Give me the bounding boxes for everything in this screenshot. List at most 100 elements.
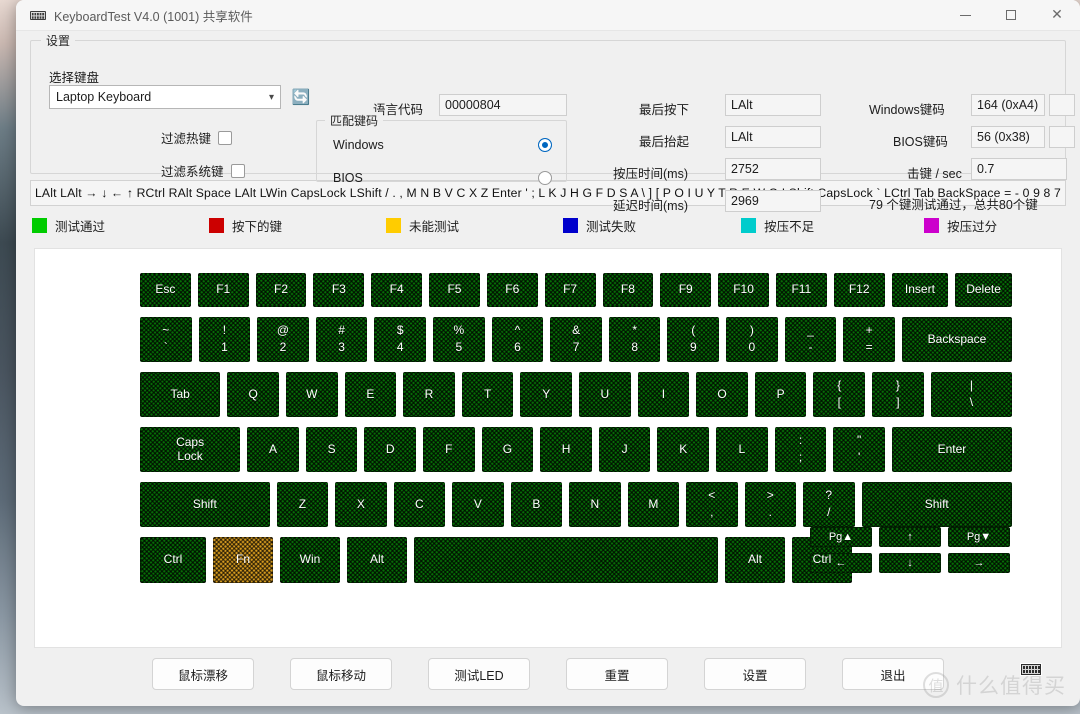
key-f4[interactable]: F4 xyxy=(371,273,423,307)
key-f7[interactable]: F7 xyxy=(544,273,596,307)
key-p[interactable]: P xyxy=(754,372,807,417)
key-k[interactable]: K xyxy=(657,427,710,472)
key-`[interactable]: ~ ` xyxy=(140,317,192,362)
key-z[interactable]: Z xyxy=(276,482,329,527)
key-f1[interactable]: F1 xyxy=(197,273,249,307)
key-f9[interactable]: F9 xyxy=(660,273,712,307)
filter-syskey-checkbox[interactable] xyxy=(230,163,245,178)
key-↑[interactable]: ↑ xyxy=(879,527,941,547)
key-f12[interactable]: F12 xyxy=(833,273,885,307)
key-][interactable]: }] xyxy=(872,372,924,417)
radio-option-bios[interactable]: BIOS xyxy=(333,171,552,185)
key-o[interactable]: O xyxy=(696,372,748,417)
key-h[interactable]: H xyxy=(540,427,592,472)
key-4[interactable]: $4 xyxy=(374,317,427,362)
key-,[interactable]: <, xyxy=(686,482,738,527)
mouse-drift-button[interactable]: 鼠标漂移 xyxy=(152,658,254,690)
reset-button[interactable]: 重置 xyxy=(566,658,668,690)
key-i[interactable]: I xyxy=(637,372,690,417)
refresh-button[interactable]: 🔄 xyxy=(289,85,313,109)
key-s[interactable]: S xyxy=(305,427,358,472)
key-6[interactable]: ^ 6 xyxy=(491,317,544,362)
key-c[interactable]: C xyxy=(393,482,446,527)
key-y[interactable]: Y xyxy=(520,372,573,417)
key-g[interactable]: G xyxy=(481,427,534,472)
key-alt[interactable]: Alt xyxy=(725,537,785,583)
mouse-move-button[interactable]: 鼠标移动 xyxy=(290,658,392,690)
key-n[interactable]: N xyxy=(569,482,621,527)
key-tab[interactable]: Tab xyxy=(140,372,221,417)
key--[interactable]: _ - xyxy=(784,317,837,362)
key-u[interactable]: U xyxy=(579,372,631,417)
key-win[interactable]: Win xyxy=(280,537,340,583)
key-f10[interactable]: F10 xyxy=(718,273,769,307)
filter-hotkey-checkbox[interactable] xyxy=(218,130,233,145)
key-f8[interactable]: F8 xyxy=(602,273,654,307)
radio-option-windows[interactable]: Windows xyxy=(333,138,552,152)
key-b[interactable]: B xyxy=(510,482,563,527)
key-f[interactable]: F xyxy=(423,427,475,472)
filter-hotkey-row[interactable]: 过滤热键 xyxy=(161,128,233,147)
key-space[interactable] xyxy=(414,537,718,583)
key-1[interactable]: ! 1 xyxy=(198,317,251,362)
close-button[interactable]: ✕ xyxy=(1034,0,1080,31)
key-2[interactable]: @2 xyxy=(257,317,309,362)
key-f2[interactable]: F2 xyxy=(255,273,307,307)
key-f3[interactable]: F3 xyxy=(313,273,365,307)
key-0[interactable]: ) 0 xyxy=(726,317,778,362)
radio-windows-indicator[interactable] xyxy=(538,138,552,152)
minimize-button[interactable] xyxy=(942,0,988,31)
key-r[interactable]: R xyxy=(403,372,455,417)
key-/[interactable]: ? / xyxy=(803,482,855,527)
key-enter[interactable]: Enter xyxy=(891,427,1012,472)
key-fn[interactable]: Fn xyxy=(213,537,273,583)
key-5[interactable]: % 5 xyxy=(433,317,485,362)
key-l[interactable]: L xyxy=(716,427,768,472)
key-3[interactable]: #3 xyxy=(315,317,368,362)
key-j[interactable]: J xyxy=(598,427,651,472)
key-alt[interactable]: Alt xyxy=(347,537,407,583)
settings-button[interactable]: 设置 xyxy=(704,658,806,690)
key-delete[interactable]: Delete xyxy=(955,273,1012,307)
key-label: O xyxy=(717,386,727,401)
key-f5[interactable]: F5 xyxy=(429,273,480,307)
key-backspace[interactable]: Backspace xyxy=(901,317,1013,362)
key-caps-lock[interactable]: Caps Lock xyxy=(140,427,241,472)
language-code-field[interactable]: 00000804 xyxy=(439,94,567,116)
key-pg▲[interactable]: Pg▲ xyxy=(810,527,872,547)
key-=[interactable]: + = xyxy=(843,317,895,362)
key-→[interactable]: → xyxy=(948,553,1010,573)
key-f6[interactable]: F6 xyxy=(486,273,538,307)
key-a[interactable]: A xyxy=(247,427,299,472)
keyboard-select[interactable]: Laptop Keyboard ▾ xyxy=(49,85,281,109)
key-m[interactable]: M xyxy=(627,482,680,527)
key-↓[interactable]: ↓ xyxy=(879,553,941,573)
key-pg▼[interactable]: Pg▼ xyxy=(948,527,1010,547)
key-t[interactable]: T xyxy=(461,372,514,417)
test-led-button[interactable]: 测试LED xyxy=(428,658,530,690)
key-9[interactable]: (9 xyxy=(667,317,720,362)
key-insert[interactable]: Insert xyxy=(891,273,949,307)
key-.[interactable]: >. xyxy=(744,482,797,527)
key-e[interactable]: E xyxy=(344,372,397,417)
key-q[interactable]: Q xyxy=(227,372,279,417)
key-'[interactable]: " ' xyxy=(833,427,885,472)
key-v[interactable]: V xyxy=(452,482,504,527)
key-ctrl[interactable]: Ctrl xyxy=(140,537,206,583)
key-shift[interactable]: Shift xyxy=(140,482,270,527)
key-w[interactable]: W xyxy=(285,372,338,417)
key-[[interactable]: {[ xyxy=(813,372,866,417)
key-d[interactable]: D xyxy=(364,427,417,472)
key-esc[interactable]: Esc xyxy=(140,273,191,307)
radio-bios-indicator[interactable] xyxy=(538,171,552,185)
key-8[interactable]: * 8 xyxy=(608,317,661,362)
key-f11[interactable]: F11 xyxy=(775,273,827,307)
exit-button[interactable]: 退出 xyxy=(842,658,944,690)
key-7[interactable]: & 7 xyxy=(550,317,602,362)
key-\[interactable]: | \ xyxy=(930,372,1013,417)
key-x[interactable]: X xyxy=(335,482,387,527)
key-shift[interactable]: Shift xyxy=(861,482,1012,527)
key-;[interactable]: :; xyxy=(774,427,827,472)
filter-syskey-row[interactable]: 过滤系统键 xyxy=(161,161,245,180)
maximize-button[interactable] xyxy=(988,0,1034,31)
